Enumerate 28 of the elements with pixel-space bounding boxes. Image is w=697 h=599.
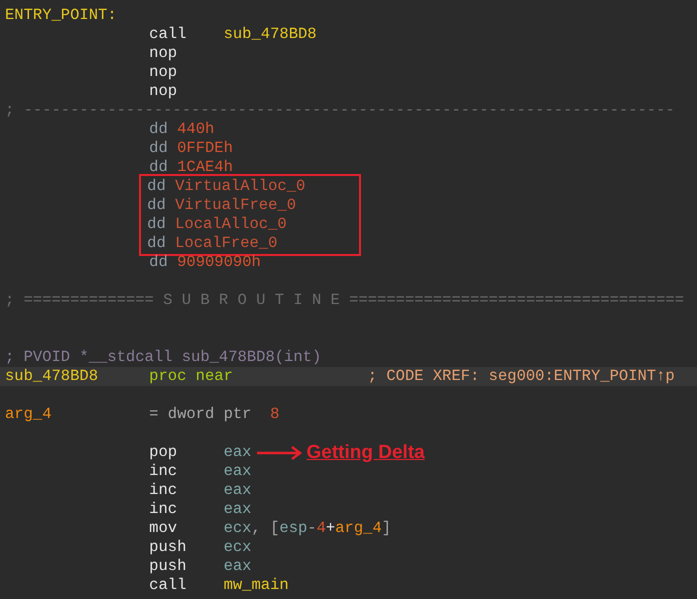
code-line: call sub_478BD8 (148, 25, 317, 44)
comment-line: ; PVOID *__stdcall sub_478BD8(int) (5, 348, 322, 367)
comment-line: ; ---------------------------------------------------------------------- (5, 101, 675, 120)
code-line: dd 90909090h (148, 253, 261, 272)
code-line: ENTRY_POINT: (5, 6, 118, 25)
code-line: sub_478BD8 proc near ; CODE XREF: seg000:ENTRY_POINT↑p (5, 367, 675, 386)
code-line: dd LocalAlloc_0 (147, 215, 287, 234)
code-line: inc eax (148, 481, 252, 500)
code-line: dd LocalFree_0 (147, 234, 278, 253)
code-line: push ecx (148, 538, 252, 557)
code-line: dd 0FFDEh (148, 139, 233, 158)
comment-line: ; ============== S U B R O U T I N E ==================================== (5, 291, 684, 310)
code-line: dd 1CAE4h (148, 158, 233, 177)
code-line: nop (148, 44, 178, 63)
code-line: push eax (148, 557, 252, 576)
code-line: mov ecx, [esp-4+arg_4] (148, 519, 392, 538)
code-line: nop (148, 63, 178, 82)
code-line: arg_4 = dword ptr 8 (5, 405, 280, 424)
code-line: dd VirtualFree_0 (147, 196, 296, 215)
code-line: dd 440h (148, 120, 214, 139)
code-line: call mw_main (148, 576, 289, 595)
code-line: dd VirtualAlloc_0 (147, 177, 306, 196)
code-line: inc eax (148, 500, 252, 519)
code-line: pop eax (148, 443, 252, 462)
code-line: nop (148, 82, 178, 101)
arrow-icon (256, 446, 302, 460)
annotation-text: Getting Delta (306, 443, 425, 462)
code-line: inc eax (148, 462, 252, 481)
